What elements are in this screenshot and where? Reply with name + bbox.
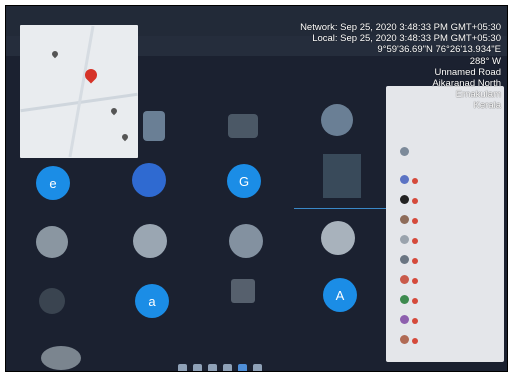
participant-row[interactable] <box>397 294 497 306</box>
participant-avatar[interactable]: A <box>323 278 357 312</box>
taskbar-app-icon[interactable] <box>178 363 187 371</box>
participant-row[interactable] <box>397 194 497 206</box>
active-speaker-indicator <box>294 208 386 209</box>
map-poi-icon <box>50 49 60 59</box>
map-poi-icon <box>109 106 119 116</box>
participant-avatar-small <box>400 235 409 244</box>
participant-avatar[interactable] <box>133 224 167 258</box>
participant-avatar-small <box>400 147 409 156</box>
taskbar <box>178 362 288 371</box>
participant-avatar-small <box>400 315 409 324</box>
participant-avatar[interactable] <box>229 224 263 258</box>
taskbar-app-icon[interactable] <box>238 363 247 371</box>
network-time: Network: Sep 25, 2020 3:48:33 PM GMT+05:… <box>300 22 501 33</box>
participant-row[interactable] <box>397 174 497 186</box>
participant-avatar-small <box>400 175 409 184</box>
mic-muted-icon <box>412 218 418 224</box>
address-area: Aikaranad North <box>432 78 501 90</box>
map-poi-icon <box>120 132 130 142</box>
taskbar-app-icon[interactable] <box>193 363 202 371</box>
mic-muted-icon <box>412 278 418 284</box>
mic-muted-icon <box>412 318 418 324</box>
active-speaker-video[interactable] <box>323 154 361 198</box>
address-district: Ernakulam <box>455 89 501 101</box>
participant-avatar[interactable] <box>36 226 68 258</box>
address-road: Unnamed Road <box>434 66 501 78</box>
participant-avatar[interactable]: a <box>135 284 169 318</box>
participant-avatar[interactable] <box>231 279 255 303</box>
participant-row[interactable] <box>397 146 497 158</box>
participant-row[interactable] <box>397 314 497 326</box>
mic-muted-icon <box>412 198 418 204</box>
participant-avatar-small <box>400 255 409 264</box>
participant-avatar[interactable] <box>39 288 65 314</box>
mic-muted-icon <box>412 338 418 344</box>
participant-row[interactable] <box>397 254 497 266</box>
avatar-initial: A <box>335 287 345 303</box>
participant-avatar-small <box>400 295 409 304</box>
participant-row[interactable] <box>397 274 497 286</box>
participant-avatar[interactable] <box>132 163 166 197</box>
participant-row[interactable] <box>397 214 497 226</box>
gps-timestamp-overlay: Network: Sep 25, 2020 3:48:33 PM GMT+05:… <box>300 22 501 112</box>
participant-avatar-small <box>400 195 409 204</box>
mic-muted-icon <box>412 178 418 184</box>
taskbar-app-icon[interactable] <box>208 363 217 371</box>
location-map <box>20 25 138 158</box>
mic-muted-icon <box>412 298 418 304</box>
gps-coordinates: 9°59'36.69"N 76°26'13.934"E <box>377 44 501 56</box>
avatar-initial: G <box>238 173 250 189</box>
mic-muted-icon <box>412 238 418 244</box>
taskbar-app-icon[interactable] <box>253 363 262 371</box>
meeting-screenshot: e G a A Network: Sep 25, 2020 3:48:33 PM… <box>5 5 508 372</box>
participant-row[interactable] <box>397 334 497 346</box>
taskbar-app-icon[interactable] <box>223 363 232 371</box>
mic-muted-icon <box>412 258 418 264</box>
camera-self-preview <box>41 346 81 370</box>
avatar-initial: a <box>148 293 156 309</box>
address-state: Kerala <box>473 100 501 112</box>
participants-panel <box>386 86 504 362</box>
map-road <box>68 25 95 158</box>
participant-row[interactable] <box>397 234 497 246</box>
participant-avatar[interactable]: G <box>227 164 261 198</box>
participant-avatar[interactable] <box>143 111 165 141</box>
participant-avatar-small <box>400 215 409 224</box>
participant-avatar-small <box>400 275 409 284</box>
participant-avatar[interactable] <box>228 114 258 138</box>
participant-avatar-small <box>400 335 409 344</box>
participant-avatar[interactable]: e <box>36 166 70 200</box>
participant-avatar[interactable] <box>321 221 355 255</box>
avatar-initial: e <box>49 175 57 191</box>
compass-heading: 288° W <box>469 55 501 67</box>
local-time: Local: Sep 25, 2020 3:48:33 PM GMT+05:30 <box>312 33 501 45</box>
